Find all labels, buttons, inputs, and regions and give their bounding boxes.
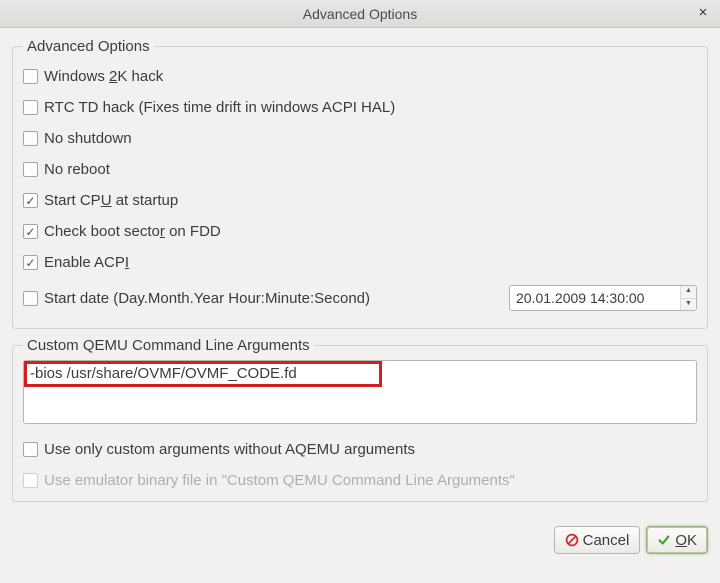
option-noshutdown[interactable]: No shutdown <box>23 123 697 154</box>
ok-icon <box>657 533 671 547</box>
option-checkboot-label: Check boot sector on FDD <box>44 223 221 240</box>
cmdline-group: Custom QEMU Command Line Arguments -bios… <box>12 337 708 502</box>
checkbox-startcpu[interactable] <box>23 193 38 208</box>
option-startcpu-label: Start CPU at startup <box>44 192 178 209</box>
option-rtctd-label: RTC TD hack (Fixes time drift in windows… <box>44 99 395 116</box>
option-use-only-custom[interactable]: Use only custom arguments without AQEMU … <box>23 434 697 465</box>
checkbox-win2k[interactable] <box>23 69 38 84</box>
checkbox-noshutdown[interactable] <box>23 131 38 146</box>
startdate-stepper[interactable]: ▲ ▼ <box>680 286 696 310</box>
dialog-button-row: Cancel OK <box>0 522 720 554</box>
chevron-up-icon[interactable]: ▲ <box>681 286 696 299</box>
titlebar: Advanced Options × <box>0 0 720 28</box>
option-use-only-custom-label: Use only custom arguments without AQEMU … <box>44 441 415 458</box>
cmdline-text: -bios /usr/share/OVMF/OVMF_CODE.fd <box>30 365 297 382</box>
option-startdate[interactable]: Start date (Day.Month.Year Hour:Minute:S… <box>23 278 697 318</box>
cancel-button[interactable]: Cancel <box>554 526 641 554</box>
option-enableacpi[interactable]: Enable ACPI <box>23 247 697 278</box>
advanced-options-group: Advanced Options Windows 2K hack RTC TD … <box>12 38 708 329</box>
option-win2k[interactable]: Windows 2K hack <box>23 61 697 92</box>
cmdline-legend: Custom QEMU Command Line Arguments <box>23 337 314 354</box>
checkbox-checkboot[interactable] <box>23 224 38 239</box>
ok-button[interactable]: OK <box>646 526 708 554</box>
cancel-button-label: Cancel <box>583 532 630 549</box>
option-rtctd[interactable]: RTC TD hack (Fixes time drift in windows… <box>23 92 697 123</box>
ok-button-label: OK <box>675 532 697 549</box>
option-use-emu-binary: Use emulator binary file in "Custom QEMU… <box>23 465 697 491</box>
option-use-emu-binary-label: Use emulator binary file in "Custom QEMU… <box>44 472 515 489</box>
option-noshutdown-label: No shutdown <box>44 130 132 147</box>
advanced-options-legend: Advanced Options <box>23 38 154 55</box>
checkbox-use-only-custom[interactable] <box>23 442 38 457</box>
cmdline-textarea[interactable]: -bios /usr/share/OVMF/OVMF_CODE.fd <box>23 360 697 424</box>
option-enableacpi-label: Enable ACPI <box>44 254 129 271</box>
window-title: Advanced Options <box>0 6 720 22</box>
checkbox-startdate[interactable] <box>23 291 38 306</box>
option-noreboot[interactable]: No reboot <box>23 154 697 185</box>
option-noreboot-label: No reboot <box>44 161 110 178</box>
chevron-down-icon[interactable]: ▼ <box>681 299 696 311</box>
startdate-spinbox[interactable]: ▲ ▼ <box>509 285 697 311</box>
checkbox-noreboot[interactable] <box>23 162 38 177</box>
option-checkboot[interactable]: Check boot sector on FDD <box>23 216 697 247</box>
cancel-icon <box>565 533 579 547</box>
checkbox-rtctd[interactable] <box>23 100 38 115</box>
checkbox-enableacpi[interactable] <box>23 255 38 270</box>
option-win2k-label: Windows 2K hack <box>44 68 163 85</box>
close-icon[interactable]: × <box>694 4 712 22</box>
option-startcpu[interactable]: Start CPU at startup <box>23 185 697 216</box>
checkbox-use-emu-binary <box>23 473 38 488</box>
option-startdate-label: Start date (Day.Month.Year Hour:Minute:S… <box>44 290 370 307</box>
dialog-content: Advanced Options Windows 2K hack RTC TD … <box>0 28 720 522</box>
startdate-input[interactable] <box>510 286 680 310</box>
